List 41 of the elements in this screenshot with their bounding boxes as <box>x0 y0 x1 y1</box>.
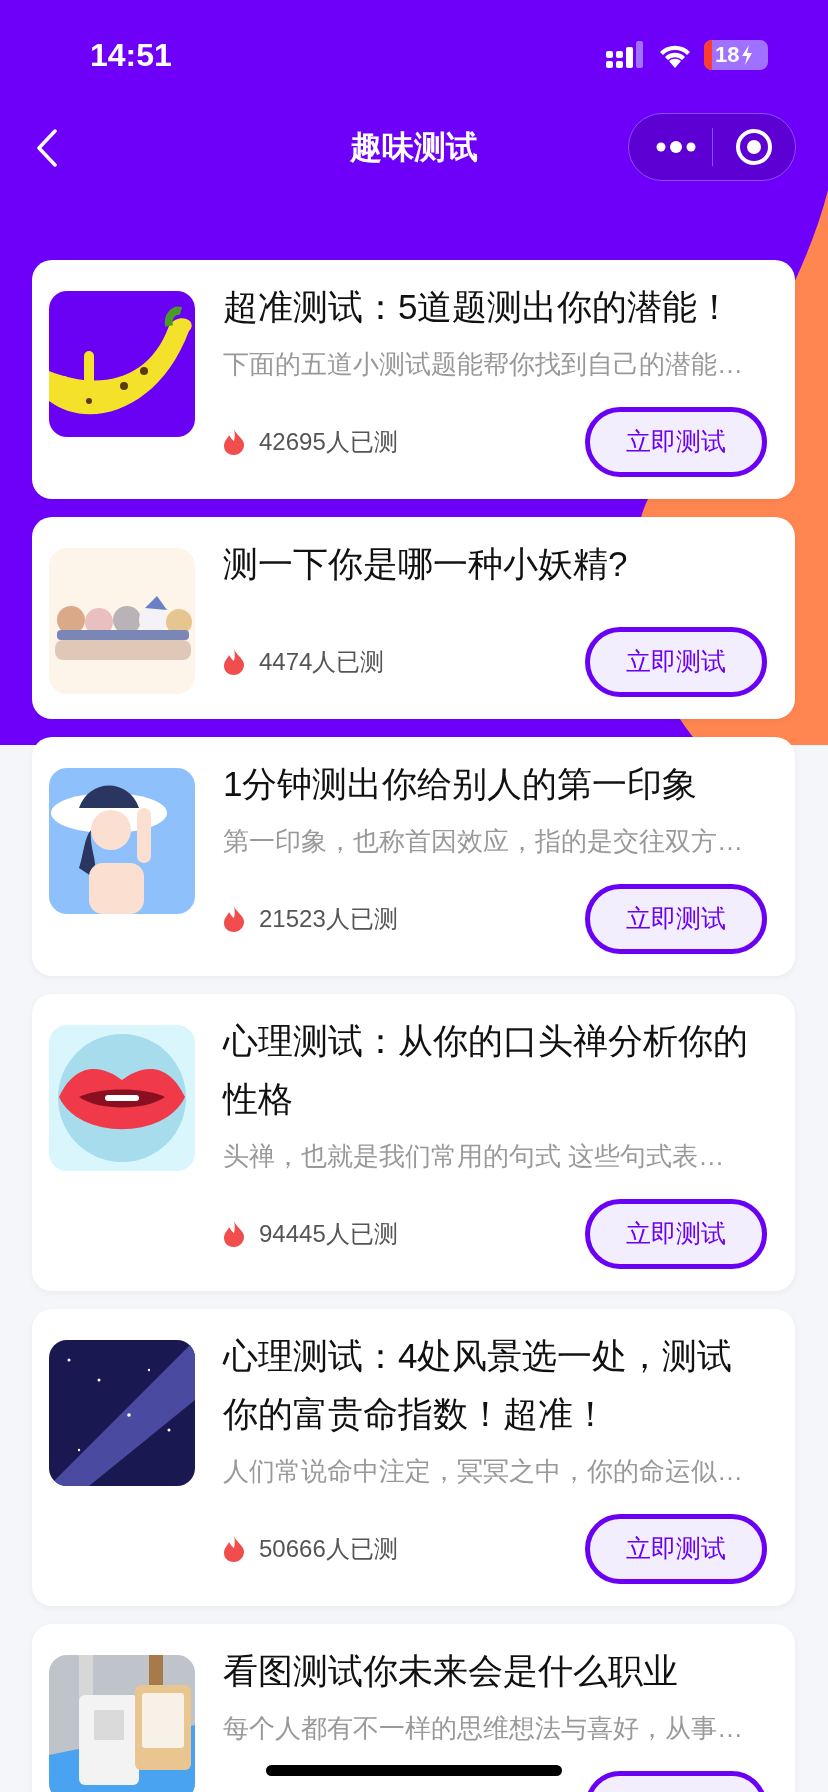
flame-icon <box>223 649 245 675</box>
test-card[interactable]: 心理测试：4处风景选一处，测试你的富贵命指数！超准！ 人们常说命中注定，冥冥之中，你的命运似… 50666人已测 立即测试 <box>32 1309 795 1606</box>
test-card[interactable]: 测一下你是哪一种小妖精? 4474人已测 立即测试 <box>32 517 795 719</box>
flame-icon <box>223 1536 245 1562</box>
test-title: 看图测试你未来会是什么职业 <box>223 1650 679 1692</box>
record-icon[interactable] <box>735 128 773 166</box>
participant-count: 94445人已测 <box>259 1219 398 1249</box>
participant-count: 50666人已测 <box>259 1534 398 1564</box>
battery-level: 18 <box>715 41 740 69</box>
page-title: 趣味测试 <box>349 128 479 167</box>
start-test-button[interactable]: 立即测试 <box>585 1199 767 1269</box>
start-test-button[interactable]: 立即测试 <box>585 884 767 954</box>
status-time: 14:51 <box>90 36 172 75</box>
test-description: 第一印象，也称首因效应，指的是交往双方… <box>223 825 744 858</box>
signal-icon <box>606 41 646 69</box>
test-title: 超准测试：5道题测出你的潜能！ <box>223 286 734 328</box>
start-test-button[interactable]: 立即测试 <box>585 627 767 697</box>
test-description: 下面的五道小测试题能帮你找到自己的潜能… <box>223 348 744 381</box>
test-title: 测一下你是哪一种小妖精? <box>223 543 629 585</box>
charging-bolt-icon <box>741 45 754 65</box>
start-test-button[interactable]: 立即测试 <box>585 1514 767 1584</box>
test-description: 每个人都有不一样的思维想法与喜好，从事… <box>223 1712 744 1745</box>
flame-icon <box>223 1221 245 1247</box>
test-card[interactable]: 超准测试：5道题测出你的潜能！ 下面的五道小测试题能帮你找到自己的潜能… 42695人已测 立即测试 <box>32 260 795 499</box>
test-card[interactable]: 看图测试你未来会是什么职业 每个人都有不一样的思维想法与喜好，从事… <box>32 1624 795 1792</box>
flame-icon <box>223 429 245 455</box>
participant-count: 21523人已测 <box>259 904 398 934</box>
start-test-button[interactable]: 立即测试 <box>585 407 767 477</box>
participant-count: 42695人已测 <box>259 427 398 457</box>
test-title: 心理测试：从你的口头禅分析你的性格 <box>223 1020 749 1120</box>
participant-count: 4474人已测 <box>259 647 385 677</box>
flame-icon <box>223 906 245 932</box>
test-card[interactable]: 1分钟测出你给别人的第一印象 第一印象，也称首因效应，指的是交往双方… 21523人已测 立即测试 <box>32 737 795 976</box>
test-title: 心理测试：4处风景选一处，测试你的富贵命指数！超准！ <box>223 1335 734 1435</box>
test-title: 1分钟测出你给别人的第一印象 <box>223 763 699 805</box>
test-card[interactable]: 心理测试：从你的口头禅分析你的性格 头禅，也就是我们常用的句式 这些句式表… 94445人已测 立即测试 <box>32 994 795 1291</box>
test-description: 人们常说命中注定，冥冥之中，你的命运似… <box>223 1455 744 1488</box>
more-icon[interactable] <box>656 140 696 154</box>
battery-low-mark <box>704 40 712 70</box>
back-icon[interactable] <box>36 129 58 167</box>
test-description: 头禅，也就是我们常用的句式 这些句式表… <box>223 1140 726 1173</box>
